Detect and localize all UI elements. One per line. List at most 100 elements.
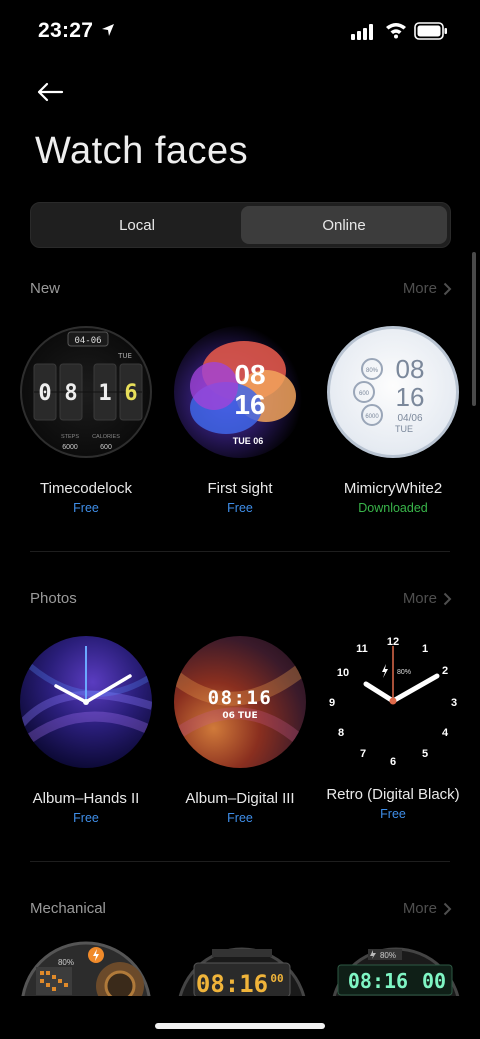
watch-face-status: Free bbox=[73, 811, 99, 825]
section-title: Photos bbox=[30, 590, 77, 607]
svg-text:6000: 6000 bbox=[62, 444, 78, 451]
watch-face-card[interactable]: 80% bbox=[20, 941, 152, 996]
svg-text:80%: 80% bbox=[58, 958, 74, 967]
section-title: New bbox=[30, 280, 61, 297]
album-hands-dial bbox=[20, 646, 152, 750]
watch-face-preview: 08 16 TUE 06 bbox=[174, 326, 306, 458]
section-header-photos: Photos More bbox=[30, 590, 452, 614]
svg-text:600: 600 bbox=[359, 391, 370, 397]
tab-online[interactable]: Online bbox=[241, 206, 447, 244]
svg-text:4: 4 bbox=[442, 727, 449, 739]
more-link-photos[interactable]: More bbox=[403, 590, 452, 607]
more-label: More bbox=[402, 280, 437, 297]
watch-face-name: Album–Hands II bbox=[32, 790, 140, 807]
section-divider bbox=[30, 551, 450, 552]
svg-text:TUE: TUE bbox=[117, 352, 132, 360]
svg-text:80%: 80% bbox=[397, 669, 411, 676]
svg-text:80%: 80% bbox=[380, 951, 396, 960]
svg-text:08: 08 bbox=[396, 354, 425, 384]
watch-face-preview: 12 1 2 3 4 5 6 7 8 9 10 11 80% bbox=[318, 626, 468, 776]
svg-text:08: 08 bbox=[234, 359, 265, 390]
timecode-dial: 04-06 TUE 0 8 1 6 STEPS CALORIES 6000 60… bbox=[33, 331, 143, 451]
svg-text:06 TUE: 06 TUE bbox=[222, 711, 257, 721]
svg-text:11: 11 bbox=[356, 643, 368, 655]
section-title: Mechanical bbox=[30, 900, 106, 917]
first-sight-dial: 08 16 TUE 06 bbox=[190, 341, 296, 446]
watch-face-card[interactable]: 80% 600 6000 08 16 04/06 TUE MimicryWhit… bbox=[318, 326, 468, 515]
watch-face-name: First sight bbox=[207, 480, 273, 497]
svg-text:16: 16 bbox=[234, 389, 265, 420]
source-segmented-control: Local Online bbox=[30, 202, 451, 248]
battery-icon bbox=[414, 22, 447, 40]
svg-text:16: 16 bbox=[396, 382, 425, 412]
mechanical-digital-dial: 08:16 00 bbox=[178, 947, 306, 996]
chevron-right-icon bbox=[443, 592, 452, 605]
svg-text:1: 1 bbox=[422, 643, 428, 655]
svg-text:8: 8 bbox=[64, 381, 77, 406]
svg-text:6: 6 bbox=[390, 756, 396, 768]
svg-text:04/06: 04/06 bbox=[397, 413, 422, 424]
more-link-mechanical[interactable]: More bbox=[403, 900, 452, 917]
more-link-new[interactable]: More bbox=[403, 280, 452, 297]
watch-face-name: Album–Digital III bbox=[185, 790, 295, 807]
svg-text:04-06: 04-06 bbox=[74, 336, 101, 346]
watch-face-preview bbox=[20, 636, 152, 768]
cellular-signal-icon bbox=[351, 24, 373, 40]
svg-text:00: 00 bbox=[422, 969, 446, 993]
watch-face-card[interactable]: 04-06 TUE 0 8 1 6 STEPS CALORIES 6000 60… bbox=[11, 326, 161, 515]
watch-face-name: MimicryWhite2 bbox=[343, 480, 443, 497]
tab-local[interactable]: Local bbox=[34, 206, 240, 244]
svg-text:TUE 06: TUE 06 bbox=[233, 436, 264, 446]
svg-text:CALORIES: CALORIES bbox=[92, 434, 120, 440]
svg-text:600: 600 bbox=[100, 444, 112, 451]
svg-text:08:16: 08:16 bbox=[348, 969, 408, 993]
watch-face-status: Free bbox=[227, 811, 253, 825]
watch-face-status: Free bbox=[227, 501, 253, 515]
svg-text:9: 9 bbox=[329, 697, 335, 709]
svg-text:08:16: 08:16 bbox=[208, 687, 273, 709]
status-time: 23:27 bbox=[38, 19, 94, 42]
home-indicator[interactable] bbox=[155, 1023, 325, 1029]
watch-face-card[interactable]: 80% 08:16 00 bbox=[330, 947, 462, 996]
svg-text:8: 8 bbox=[338, 727, 344, 739]
watch-face-status: Downloaded bbox=[358, 501, 428, 515]
section-header-mechanical: Mechanical More bbox=[30, 900, 452, 924]
svg-text:6: 6 bbox=[124, 381, 137, 406]
svg-text:08:16: 08:16 bbox=[196, 970, 268, 996]
watch-face-status: Free bbox=[73, 501, 99, 515]
svg-text:00: 00 bbox=[270, 972, 283, 985]
more-label: More bbox=[402, 900, 437, 917]
mechanical-gear-dial: 80% bbox=[21, 941, 151, 996]
more-label: More bbox=[402, 590, 437, 607]
watch-face-card[interactable]: 12 1 2 3 4 5 6 7 8 9 10 11 80% Retro (Di… bbox=[318, 626, 468, 821]
watch-face-preview: 04-06 TUE 0 8 1 6 STEPS CALORIES 6000 60… bbox=[20, 326, 152, 458]
chevron-right-icon bbox=[443, 282, 452, 295]
watch-face-name: Timecodelock bbox=[40, 480, 132, 497]
scrollbar[interactable] bbox=[472, 252, 476, 406]
svg-text:0: 0 bbox=[38, 381, 51, 406]
wifi-icon bbox=[386, 23, 406, 39]
album-digital-dial: 08:16 06 TUE bbox=[174, 660, 306, 751]
svg-text:80%: 80% bbox=[366, 368, 379, 374]
svg-text:6000: 6000 bbox=[365, 414, 379, 420]
page-title: Watch faces bbox=[35, 130, 249, 172]
watch-face-card[interactable]: 08 16 TUE 06 First sight Free bbox=[165, 326, 315, 515]
location-arrow-icon bbox=[102, 24, 114, 36]
back-button[interactable] bbox=[33, 78, 67, 106]
svg-text:10: 10 bbox=[337, 667, 349, 679]
svg-text:7: 7 bbox=[360, 748, 366, 760]
mechanical-lcd-dial: 80% 08:16 00 bbox=[332, 947, 460, 996]
watch-face-card[interactable]: 08:16 00 bbox=[176, 947, 308, 996]
svg-text:2: 2 bbox=[442, 665, 448, 677]
watch-face-status: Free bbox=[380, 807, 406, 821]
watch-face-name: Retro (Digital Black) bbox=[326, 786, 460, 803]
svg-text:5: 5 bbox=[422, 748, 428, 760]
retro-dial: 12 1 2 3 4 5 6 7 8 9 10 11 80% bbox=[329, 636, 457, 768]
arrow-left-icon bbox=[37, 82, 64, 102]
watch-face-preview: 08:16 06 TUE bbox=[174, 636, 306, 768]
mimicry-dial: 80% 600 6000 08 16 04/06 TUE bbox=[353, 354, 425, 434]
svg-text:1: 1 bbox=[98, 381, 111, 406]
watch-face-card[interactable]: Album–Hands II Free bbox=[11, 636, 161, 825]
svg-text:3: 3 bbox=[451, 697, 457, 709]
watch-face-card[interactable]: 08:16 06 TUE Album–Digital III Free bbox=[165, 636, 315, 825]
